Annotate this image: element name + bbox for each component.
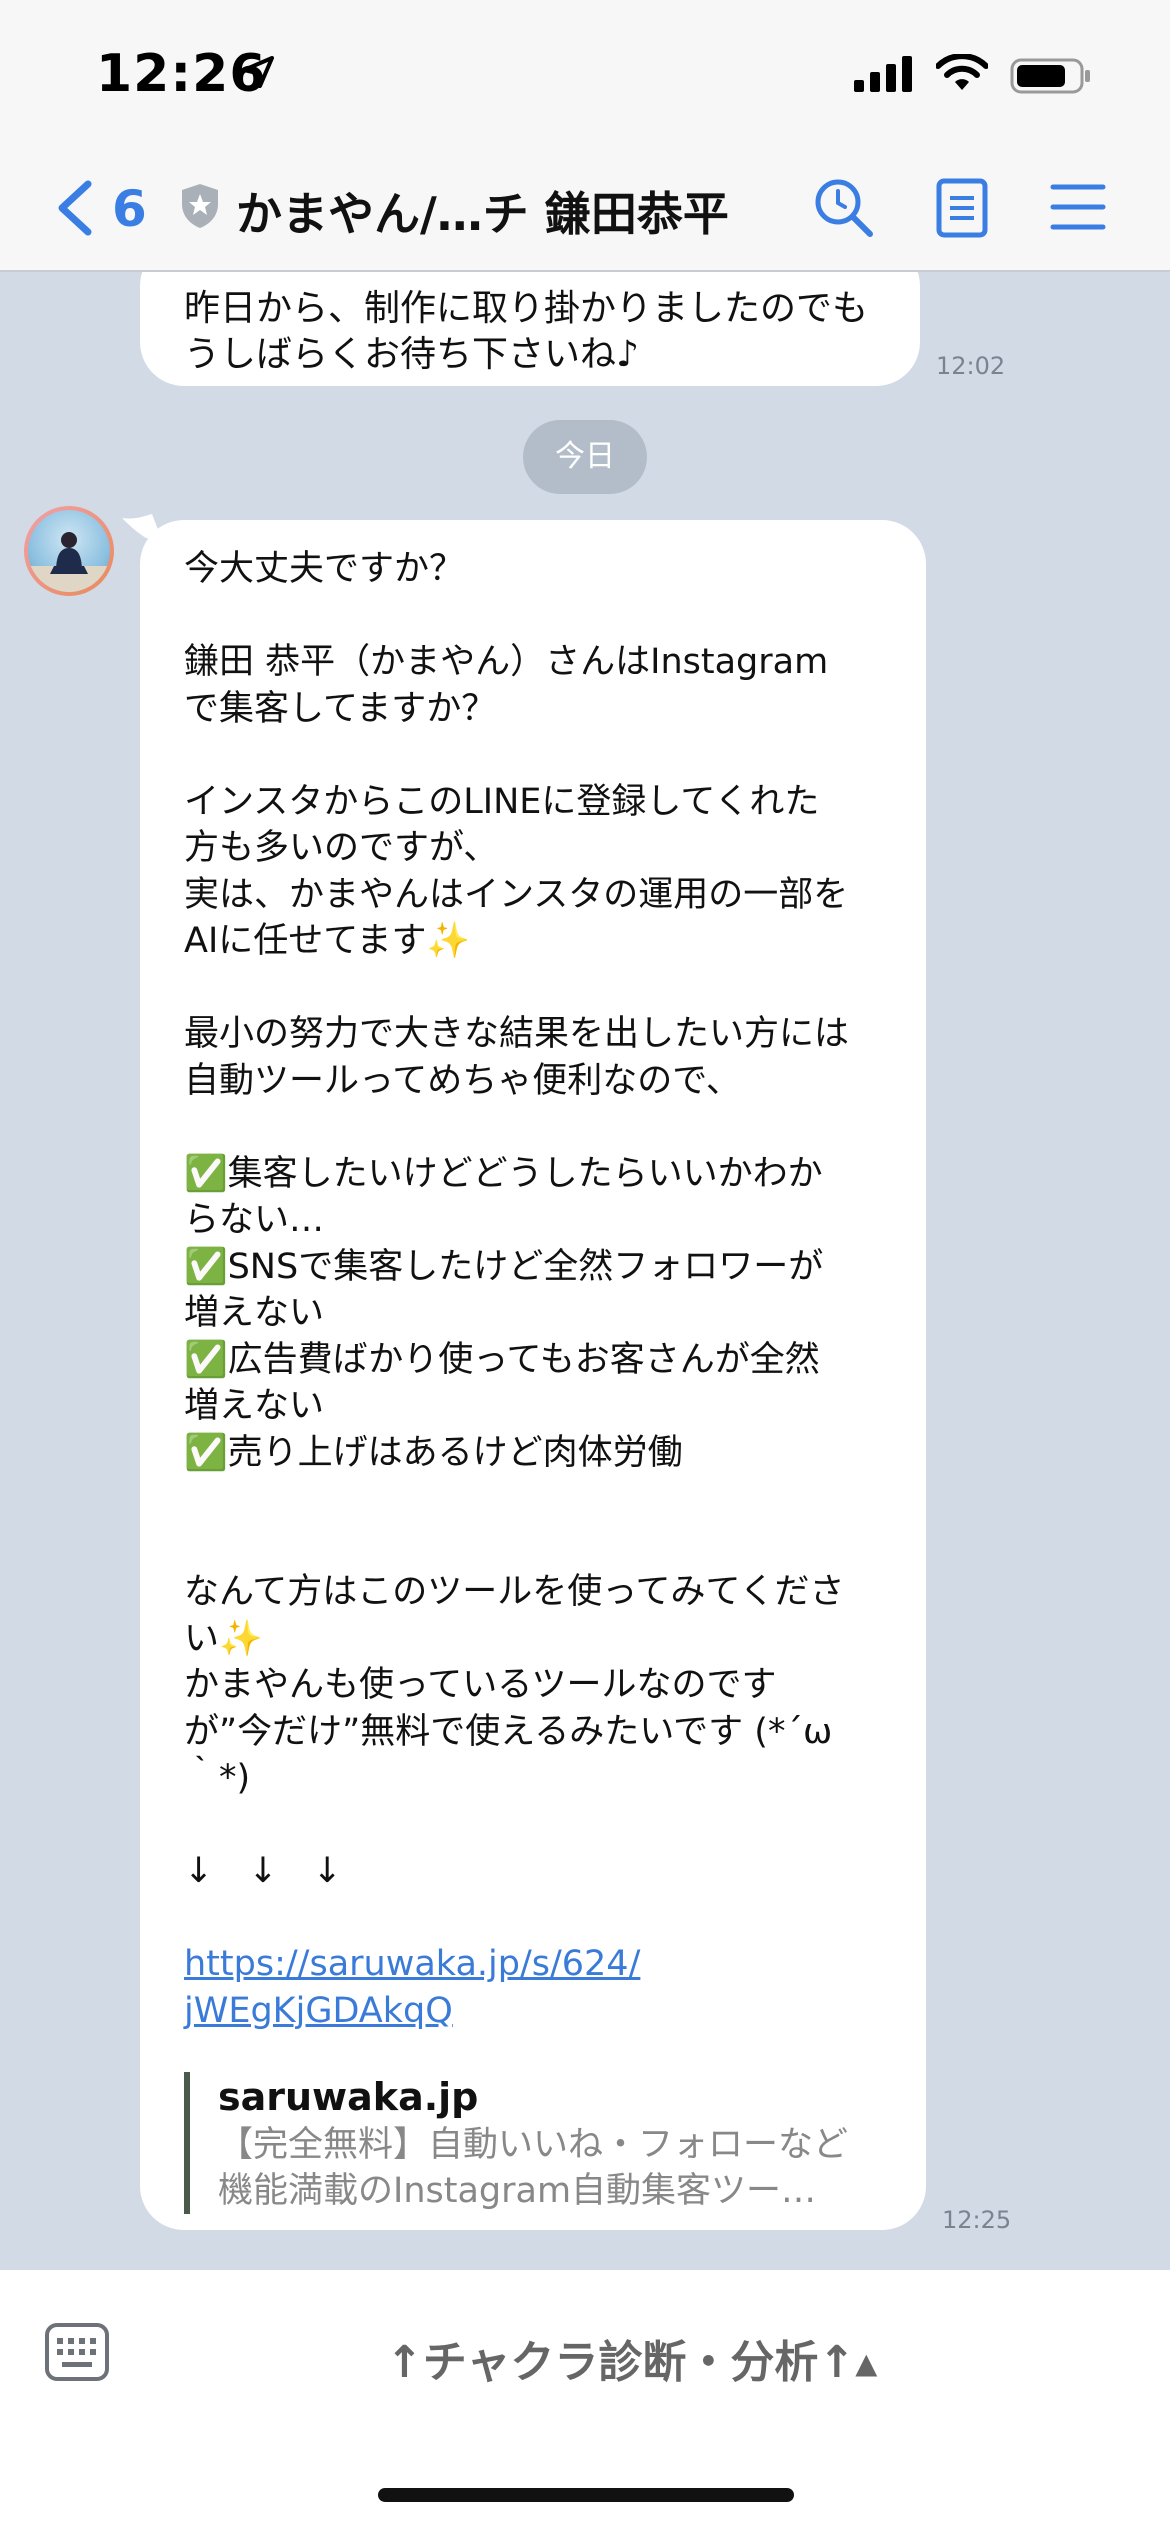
- message-bubble[interactable]: 今大丈夫ですか？ 鎌田 恭平（かまやん）さんはInstagram で集客してますか？…: [140, 520, 926, 2230]
- message-text-line: 方も多いのですが、: [184, 828, 499, 868]
- message-text-line: 増えない: [184, 1386, 325, 1426]
- message-text-line: ↓ ↓ ↓: [184, 1851, 342, 1891]
- message-text-line: [184, 1802, 882, 1849]
- cellular-signal-icon: [854, 56, 912, 92]
- chat-area[interactable]: 昨日から、制作に取り掛かりましたのでも うしばらくお待ち下さいね♪ 12:02 …: [0, 272, 1170, 2270]
- message-text-line: 実は、かまやんはインスタの運用の一部を: [184, 874, 849, 915]
- menu-icon[interactable]: [1050, 182, 1106, 232]
- avatar[interactable]: [24, 506, 114, 596]
- home-indicator: [378, 2488, 794, 2502]
- message-text-line: らない…: [184, 1200, 325, 1240]
- message-text-line: 鎌田 恭平（かまやん）さんはInstagram: [184, 642, 829, 682]
- message-timestamp: 12:02: [936, 352, 1006, 380]
- link-preview-description: 【完全無料】自動いいね・フォローなど: [218, 2125, 849, 2165]
- message-text-line: かまやんも使っているツールなのです: [184, 1665, 777, 1705]
- message-text-line: ✅売り上げはあるけど肉体労働: [184, 1432, 683, 1473]
- link-preview-domain: saruwaka.jp: [218, 2075, 479, 2119]
- message-text-line: [184, 965, 882, 1012]
- message-link[interactable]: https://saruwaka.jp/s/624/: [184, 1941, 882, 1988]
- message-text-line: で集客してますか？: [184, 688, 497, 729]
- message-text-line: ✅広告費ばかり使ってもお客さんが全然: [184, 1339, 820, 1380]
- message-text-line: うしばらくお待ち下さいね♪: [184, 334, 639, 375]
- message-text-line: い✨: [184, 1618, 263, 1659]
- link-preview[interactable]: saruwaka.jp 【完全無料】自動いいね・フォローなど 機能満載のInst…: [184, 2072, 882, 2214]
- search-icon[interactable]: [812, 176, 876, 240]
- message-text-line: [184, 1523, 882, 1570]
- link-preview-description: 機能満載のInstagram自動集客ツー…: [218, 2171, 817, 2211]
- location-arrow-icon: [242, 56, 274, 88]
- rich-menu-toggle[interactable]: ↑チャクラ診断・分析↑▴: [386, 2326, 877, 2390]
- keyboard-icon[interactable]: [44, 2322, 110, 2382]
- message-text-line: [184, 1476, 882, 1523]
- message-text-line: [184, 1895, 882, 1942]
- message-text-line: ✅集客したいけどどうしたらいいかわか: [184, 1153, 823, 1194]
- unread-count[interactable]: 6: [112, 180, 147, 238]
- message-text-line: 最小の努力で大きな結果を出したい方には: [184, 1014, 850, 1054]
- message-text-line: ｀*): [184, 1758, 251, 1798]
- message-text-line: なんて方はこのツールを使ってみてくださ: [184, 1572, 845, 1612]
- message-text-line: [184, 732, 882, 779]
- message-text-line: 昨日から、制作に取り掛かりましたのでも: [184, 288, 869, 329]
- battery-icon: [1010, 58, 1090, 94]
- verified-shield-icon: [182, 184, 218, 228]
- message-text-line: 自動ツールってめちゃ便利なので、: [184, 1060, 741, 1101]
- wifi-icon: [936, 54, 988, 90]
- message-link[interactable]: jWEgKjGDAkqQ: [184, 1988, 882, 2035]
- date-separator: 今日: [523, 420, 647, 494]
- back-chevron-icon[interactable]: [52, 178, 96, 238]
- chat-title[interactable]: かまやん/…チ 鎌田恭平: [236, 178, 756, 244]
- message-bubble-previous[interactable]: 昨日から、制作に取り掛かりましたのでも うしばらくお待ち下さいね♪: [140, 272, 920, 386]
- message-text-line: [184, 593, 882, 640]
- message-text-line: が”今だけ”無料で使えるみたいです (*´ω: [184, 1711, 833, 1752]
- message-text-line: ✅SNSで集客したけど全然フォロワーが: [184, 1246, 824, 1287]
- message-text-line: [184, 1104, 882, 1151]
- message-text-line: 増えない: [184, 1293, 325, 1333]
- message-text-line: インスタからこのLINEに登録してくれた: [184, 781, 820, 822]
- message-text-line: 今大丈夫ですか？: [184, 549, 465, 589]
- message-text-line: AIに任せてます✨: [184, 921, 471, 961]
- message-timestamp: 12:25: [942, 2206, 1012, 2234]
- note-icon[interactable]: [936, 178, 988, 238]
